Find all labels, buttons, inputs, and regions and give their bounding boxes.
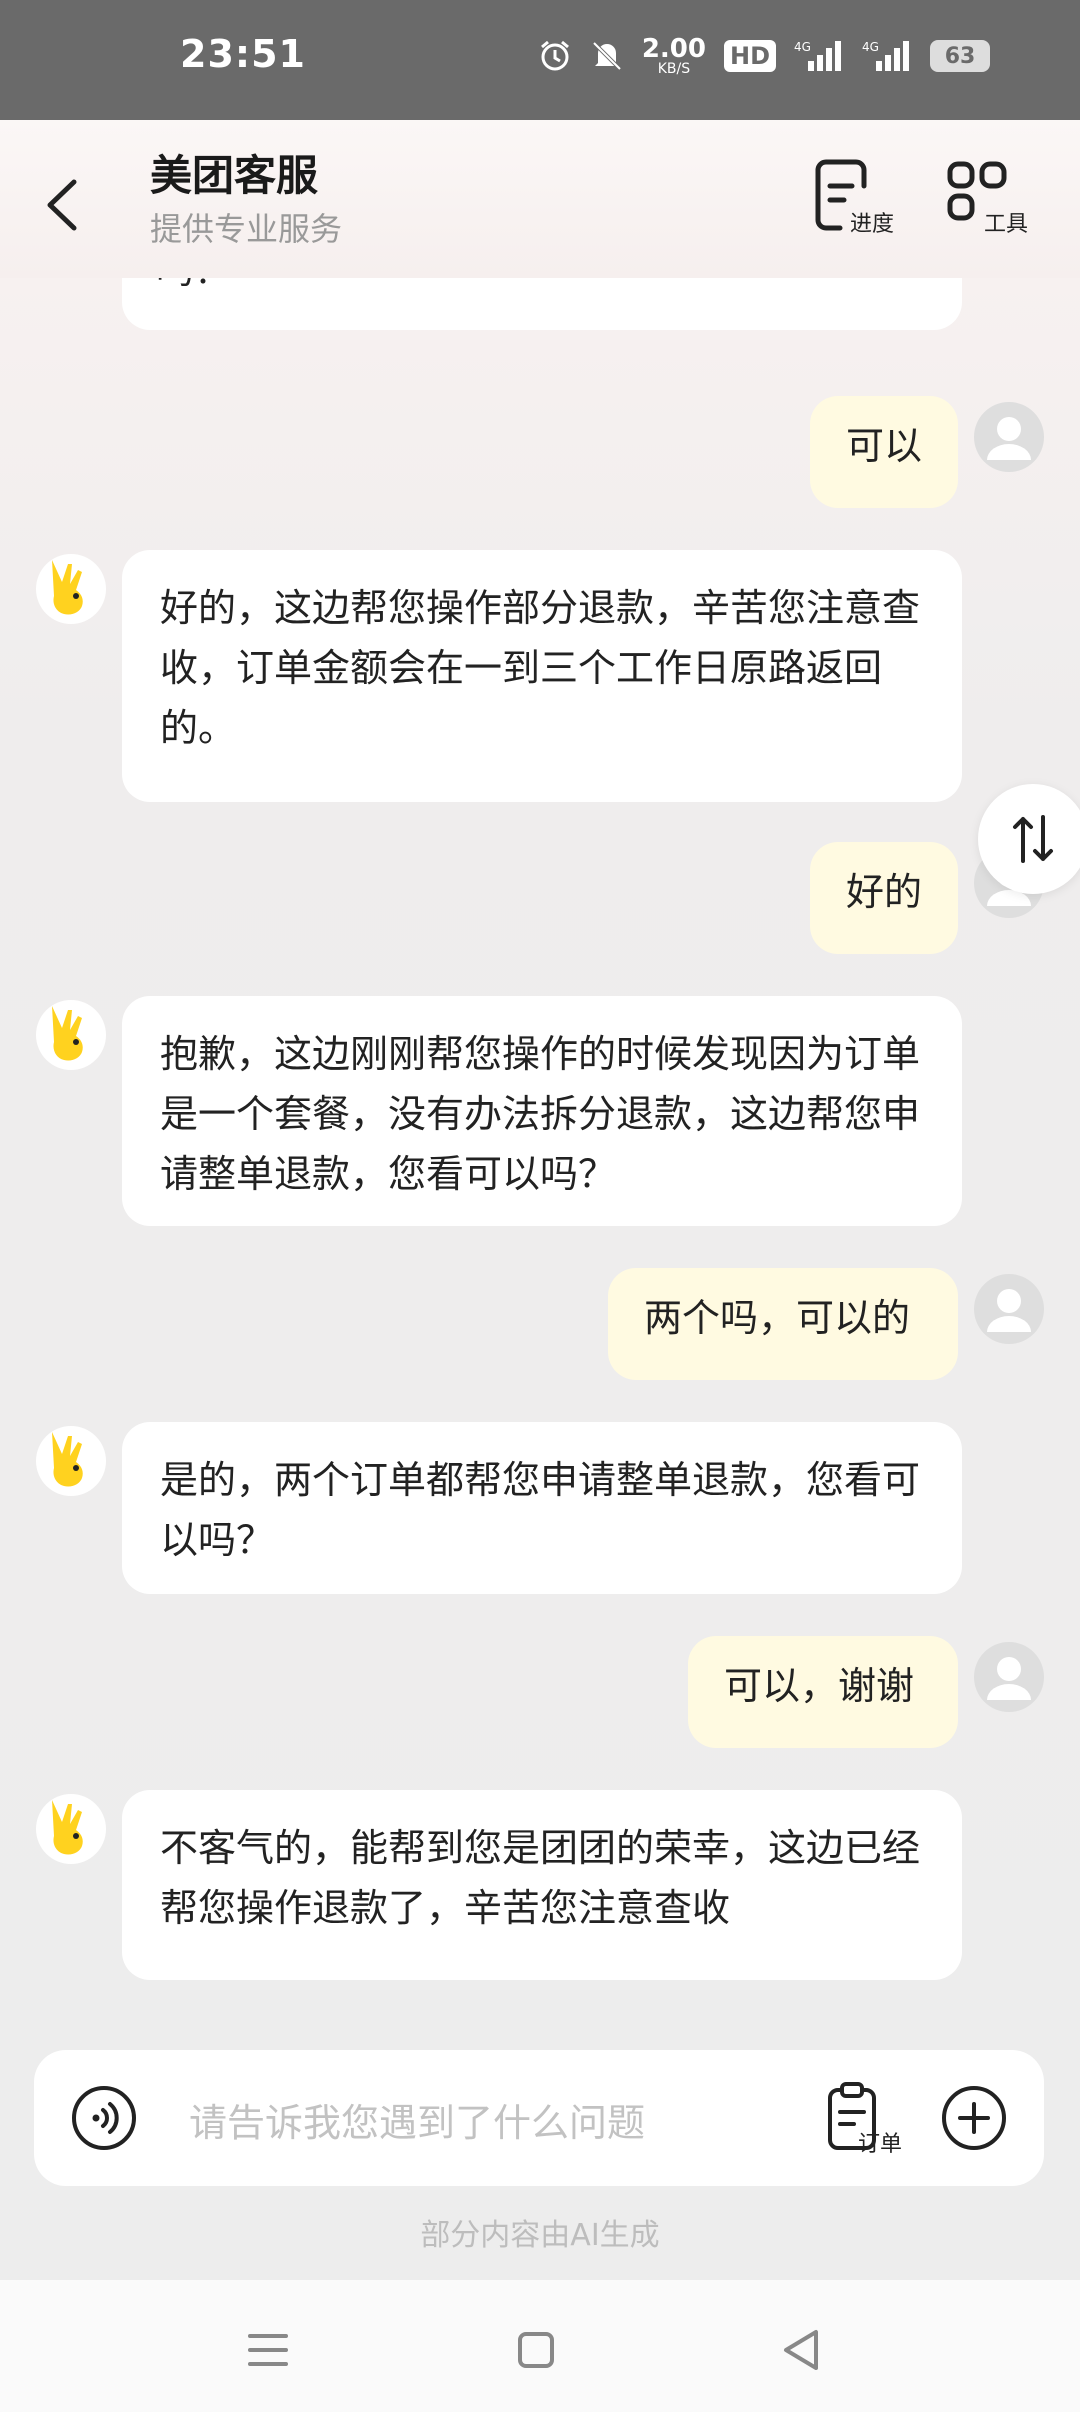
- message-text: 不客气的，能帮到您是团团的荣幸，这边已经帮您操作退款了，辛苦您注意查收: [160, 1826, 921, 1930]
- user-message: 两个吗，可以的: [608, 1268, 958, 1380]
- menu-icon: [248, 2334, 288, 2366]
- person-icon: [987, 417, 1031, 460]
- message-text: 吗？: [156, 278, 232, 300]
- back-nav-button[interactable]: [772, 2320, 832, 2380]
- user-avatar[interactable]: [974, 402, 1044, 472]
- menu-nav-button[interactable]: [238, 2320, 298, 2380]
- message-text: 好的，这边帮您操作部分退款，辛苦您注意查收，订单金额会在一到三个工作日原路返回的…: [160, 586, 921, 750]
- progress-label: 进度: [850, 212, 895, 237]
- header: 美团客服 提供专业服务 进度 工具: [0, 120, 1080, 278]
- hd-icon: HD: [723, 40, 776, 72]
- page-title: 美团客服: [150, 151, 319, 200]
- mascot-icon: [52, 560, 83, 615]
- voice-button[interactable]: [70, 2084, 138, 2152]
- net-speed: 2.00 KB/S: [642, 36, 706, 76]
- tools-button[interactable]: 工具: [944, 156, 1044, 246]
- person-icon: [987, 1657, 1031, 1700]
- agent-avatar[interactable]: [36, 1000, 106, 1070]
- agent-message: 吗？: [122, 278, 962, 330]
- user-avatar[interactable]: [974, 1642, 1044, 1712]
- chevron-left-icon: [47, 179, 77, 231]
- back-triangle-icon: [784, 2330, 818, 2370]
- home-square-icon: [518, 2332, 554, 2368]
- agent-message: 抱歉，这边刚刚帮您操作的时候发现因为订单是一个套餐，没有办法拆分退款，这边帮您申…: [122, 996, 962, 1226]
- add-button[interactable]: [940, 2084, 1008, 2152]
- back-button[interactable]: [38, 170, 86, 240]
- user-avatar[interactable]: [974, 1274, 1044, 1344]
- agent-message: 好的，这边帮您操作部分退款，辛苦您注意查收，订单金额会在一到三个工作日原路返回的…: [122, 550, 962, 802]
- message-text: 两个吗，可以的: [644, 1296, 911, 1340]
- chat-area[interactable]: 吗？ 可以 好的，这边帮您操作部分退款，辛苦您注意查收，订单金额会在一到三个工作…: [0, 278, 1080, 2038]
- progress-button[interactable]: 进度: [810, 156, 910, 246]
- signal-4g-icon: 4G: [794, 39, 844, 73]
- net-speed-unit: KB/S: [657, 61, 691, 77]
- message-input-bar: 请告诉我您遇到了什么问题 订单: [34, 2050, 1044, 2186]
- agent-message: 是的，两个订单都帮您申请整单退款，您看可以吗？: [122, 1422, 962, 1594]
- plus-circle-icon: [942, 2086, 1006, 2150]
- order-button[interactable]: 订单: [824, 2080, 914, 2157]
- agent-avatar[interactable]: [36, 554, 106, 624]
- mute-icon: [590, 39, 624, 73]
- message-input[interactable]: 请告诉我您遇到了什么问题: [189, 2092, 645, 2147]
- mascot-icon: [52, 1006, 83, 1061]
- voice-icon: [72, 2086, 136, 2150]
- net-speed-value: 2.00: [641, 34, 706, 64]
- ai-disclaimer: 部分内容由AI生成: [420, 2218, 660, 2253]
- page-subtitle: 提供专业服务: [150, 210, 343, 248]
- mascot-icon: [52, 1432, 83, 1487]
- alarm-icon: [538, 39, 572, 73]
- signal-4g-icon: 4G: [862, 39, 912, 73]
- svg-text:4G: 4G: [862, 40, 879, 54]
- mascot-icon: [52, 1800, 83, 1855]
- agent-avatar[interactable]: [36, 1794, 106, 1864]
- user-message: 可以: [810, 396, 958, 508]
- agent-message: 不客气的，能帮到您是团团的荣幸，这边已经帮您操作退款了，辛苦您注意查收: [122, 1790, 962, 1980]
- status-bar: 23:51 2.00 KB/S HD 4G 4G 63: [0, 0, 1080, 120]
- order-label: 订单: [858, 2132, 903, 2157]
- system-nav-bar: [0, 2280, 1080, 2412]
- message-text: 可以: [846, 424, 923, 468]
- tools-label: 工具: [984, 212, 1029, 237]
- person-icon: [987, 1289, 1031, 1332]
- message-text: 抱歉，这边刚刚帮您操作的时候发现因为订单是一个套餐，没有办法拆分退款，这边帮您申…: [160, 1032, 921, 1196]
- svg-text:4G: 4G: [794, 40, 811, 54]
- battery-icon: 63: [930, 40, 990, 72]
- user-message: 可以，谢谢: [688, 1636, 958, 1748]
- scroll-toggle-button[interactable]: [978, 784, 1080, 894]
- status-icons: 2.00 KB/S HD 4G 4G 63: [538, 36, 990, 76]
- sort-arrows-icon: [1013, 815, 1053, 863]
- status-time: 23:51: [180, 32, 306, 76]
- message-text: 可以，谢谢: [724, 1664, 915, 1708]
- home-nav-button[interactable]: [506, 2320, 566, 2380]
- agent-avatar[interactable]: [36, 1426, 106, 1496]
- message-text: 是的，两个订单都帮您申请整单退款，您看可以吗？: [160, 1458, 921, 1562]
- message-text: 好的: [846, 870, 923, 914]
- user-message: 好的: [810, 842, 958, 954]
